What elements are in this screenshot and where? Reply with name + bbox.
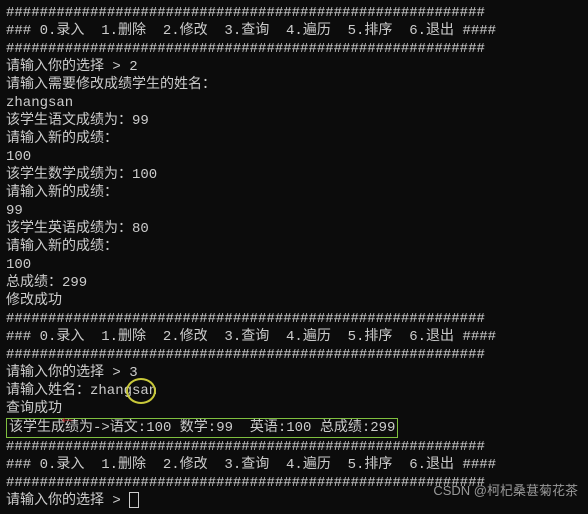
query-result-highlight: 该学生成绩为->语文:100 数学:99 英语:100 总成绩:299 <box>6 418 398 438</box>
total-score-line: 总成绩：299 <box>6 274 582 292</box>
chinese-new-value: 100 <box>6 148 582 166</box>
student-name: zhangsan <box>6 94 582 112</box>
query-success: 查询成功 <box>6 400 582 418</box>
hash-border: ########################################… <box>6 438 582 456</box>
new-score-prompt: 请输入新的成绩： <box>6 130 582 148</box>
terminal-output: ########################################… <box>0 0 588 514</box>
choice-prompt: 请输入你的选择 > 2 <box>6 58 582 76</box>
new-score-prompt: 请输入新的成绩： <box>6 238 582 256</box>
modify-success: 修改成功 <box>6 292 582 310</box>
hash-border: ########################################… <box>6 310 582 328</box>
menu-line: ### 0.录入 1.删除 2.修改 3.查询 4.遍历 5.排序 6.退出 #… <box>6 456 582 474</box>
math-new-value: 99 <box>6 202 582 220</box>
new-score-prompt: 请输入新的成绩： <box>6 184 582 202</box>
menu-line: ### 0.录入 1.删除 2.修改 3.查询 4.遍历 5.排序 6.退出 #… <box>6 328 582 346</box>
english-score-line: 该学生英语成绩为：80 <box>6 220 582 238</box>
name-prompt-line: 请输入姓名：zhangsan <box>6 382 582 400</box>
english-new-value: 100 <box>6 256 582 274</box>
watermark-text: CSDN @柯杞桑葚菊花茶 <box>433 482 578 500</box>
name-prompt: 请输入需要修改成绩学生的姓名： <box>6 76 582 94</box>
choice-prompt: 请输入你的选择 > 3 <box>6 364 582 382</box>
menu-line: ### 0.录入 1.删除 2.修改 3.查询 4.遍历 5.排序 6.退出 #… <box>6 22 582 40</box>
chinese-score-line: 该学生语文成绩为：99 <box>6 112 582 130</box>
hash-border: ########################################… <box>6 4 582 22</box>
query-result-row: 该学生成绩为->语文:100 数学:99 英语:100 总成绩:299 <box>6 418 582 438</box>
math-score-line: 该学生数学成绩为：100 <box>6 166 582 184</box>
hash-border: ########################################… <box>6 346 582 364</box>
hash-border: ########################################… <box>6 40 582 58</box>
